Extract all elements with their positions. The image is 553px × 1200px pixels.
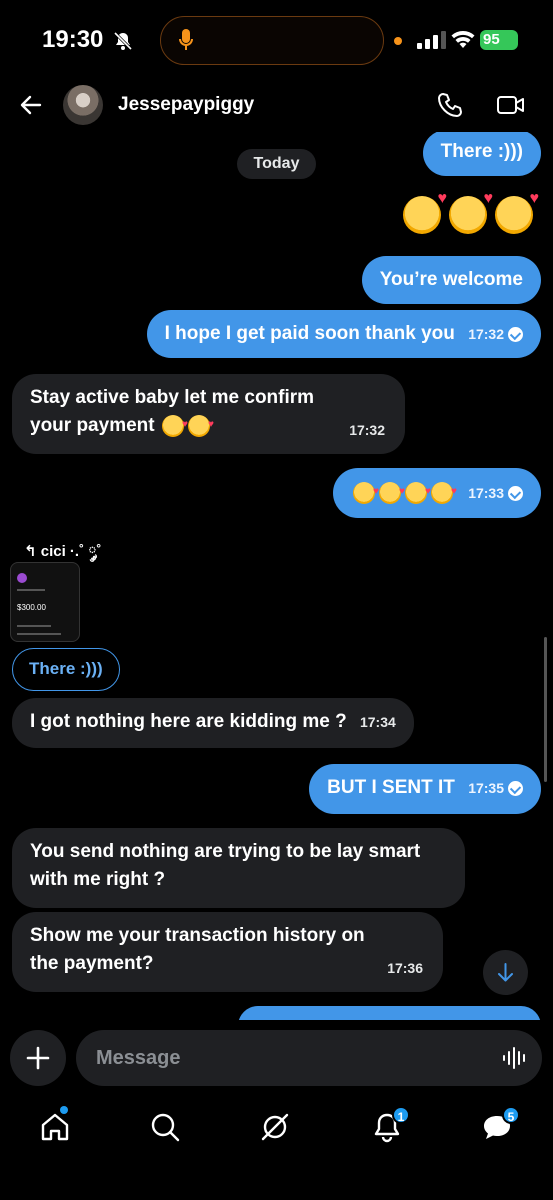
message-text: Show me your transaction history on the … [30, 925, 365, 974]
add-attachment-button[interactable] [10, 1030, 66, 1086]
attachment-line [17, 625, 51, 627]
search-icon[interactable] [148, 1110, 182, 1144]
message-bubble[interactable]: I hope I get paid soon thank you 17:32 [146, 310, 541, 358]
back-arrow-icon[interactable] [18, 92, 44, 118]
arrow-down-icon [498, 963, 513, 982]
read-receipt-icon [508, 326, 523, 342]
microphone-icon [179, 29, 193, 50]
scrollbar[interactable] [544, 637, 547, 782]
message-bubble[interactable]: There :))) [422, 132, 541, 176]
message-timestamp: 17:32 [468, 326, 504, 342]
smiling-hearts-emoji-icon [352, 478, 379, 506]
message-text: BUT I SENT IT [327, 777, 455, 799]
cellular-signal-icon [417, 31, 446, 49]
privacy-indicator [394, 37, 402, 45]
smiling-hearts-emoji-icon [430, 478, 457, 506]
emoji-message[interactable] [399, 190, 539, 239]
home-icon[interactable] [38, 1110, 72, 1144]
bottom-tab-bar: 1 5 [0, 1100, 553, 1200]
message-bubble[interactable]: I got nothing here are kidding me ? 17:3… [12, 698, 414, 748]
message-text: I hope I get paid soon thank you [164, 323, 455, 345]
video-call-icon[interactable] [496, 92, 526, 118]
battery-level: 95 [483, 31, 500, 48]
smiling-hearts-emoji-icon [378, 478, 405, 506]
reply-arrow-icon: ↰ [24, 543, 37, 560]
battery-indicator: 95 [480, 30, 518, 50]
message-bubble[interactable]: 17:33 [332, 468, 541, 518]
bell-off-icon [113, 31, 133, 51]
message-timestamp: 17:35 [468, 780, 504, 796]
message-bubble[interactable]: You’re welcome [361, 256, 541, 304]
message-bubble[interactable]: Show me your transaction history on the … [12, 912, 443, 992]
quoted-message[interactable]: There :))) [12, 648, 120, 691]
message-thread[interactable]: Today There :))) You’re welcome I hope I… [0, 132, 553, 1020]
message-input[interactable] [76, 1030, 542, 1086]
voice-message-icon[interactable] [502, 1046, 528, 1070]
smiling-hearts-emoji-icon [495, 190, 539, 234]
message-text: You’re welcome [379, 269, 523, 290]
message-text: I got nothing here are kidding me ? [30, 711, 347, 733]
wifi-icon [451, 31, 475, 48]
notifications-badge: 1 [392, 1106, 410, 1124]
message-timestamp: 17:34 [359, 714, 396, 730]
reply-author: cici ·.˚ ༘˚ [40, 543, 102, 560]
read-receipt-icon [508, 780, 523, 796]
message-timestamp: 17:36 [387, 960, 423, 976]
smiling-hearts-emoji-icon [187, 411, 214, 439]
attachment-line [17, 589, 45, 591]
message-bubble-partial[interactable] [238, 1006, 541, 1020]
jump-to-latest-button[interactable] [483, 950, 528, 995]
smiling-hearts-emoji-icon [161, 411, 188, 439]
message-timestamp: 17:32 [349, 422, 385, 438]
message-bubble[interactable]: You send nothing are trying to be lay sm… [12, 828, 465, 908]
home-unread-dot [60, 1106, 68, 1114]
status-bar: 19:30 95 [0, 0, 553, 80]
contact-name[interactable]: Jessepaypiggy [118, 94, 254, 116]
phone-call-icon[interactable] [437, 92, 463, 118]
smiling-hearts-emoji-icon [404, 478, 431, 506]
contact-avatar[interactable] [63, 85, 103, 125]
grok-icon[interactable] [258, 1110, 292, 1144]
conversation-header: Jessepaypiggy [0, 80, 553, 132]
message-bubble[interactable]: BUT I SENT IT 17:35 [309, 764, 541, 814]
screenshot-attachment[interactable]: $300.00 [10, 562, 80, 642]
message-timestamp: 17:33 [468, 485, 504, 501]
attachment-avatar [17, 573, 27, 583]
message-composer [0, 1020, 553, 1100]
read-receipt-icon [508, 485, 523, 501]
message-text: There :))) [440, 141, 523, 162]
plus-icon [26, 1046, 50, 1070]
date-divider: Today [237, 149, 316, 179]
messages-badge: 5 [502, 1106, 520, 1124]
smiling-hearts-emoji-icon [449, 190, 493, 234]
message-text: You send nothing are trying to be lay sm… [30, 841, 421, 890]
message-bubble[interactable]: Stay active baby let me confirm your pay… [12, 374, 405, 454]
attachment-amount: $300.00 [17, 603, 46, 612]
status-time: 19:30 [42, 26, 104, 53]
smiling-hearts-emoji-icon [403, 190, 447, 234]
attachment-line [17, 633, 61, 635]
